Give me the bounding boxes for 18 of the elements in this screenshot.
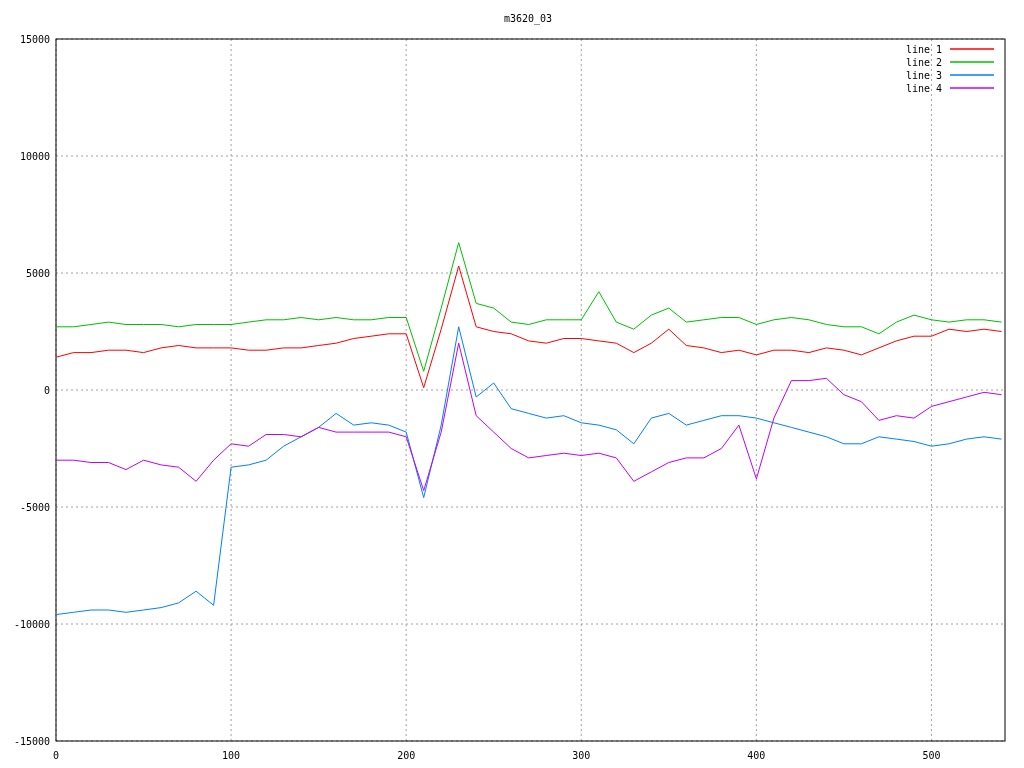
chart-title: m3620_03 [503, 13, 553, 24]
legend-label: line 2 [905, 57, 942, 68]
y-tick-label: -10000 [13, 619, 50, 630]
y-tick-label: -5000 [19, 502, 50, 513]
x-tick-label: 200 [397, 750, 416, 761]
y-tick-label: -15000 [13, 736, 50, 747]
y-tick-label: 10000 [19, 151, 50, 162]
legend-label: line 4 [905, 83, 942, 94]
x-tick-label: 500 [922, 750, 941, 761]
x-tick-label: 400 [747, 750, 766, 761]
y-tick-label: 15000 [19, 34, 50, 45]
y-tick-label: 0 [43, 385, 50, 396]
x-tick-label: 0 [53, 750, 59, 761]
legend-label: line 3 [905, 70, 942, 81]
y-tick-label: 5000 [25, 268, 50, 279]
legend-label: line 1 [905, 44, 942, 55]
x-tick-label: 300 [572, 750, 591, 761]
x-tick-label: 100 [222, 750, 241, 761]
